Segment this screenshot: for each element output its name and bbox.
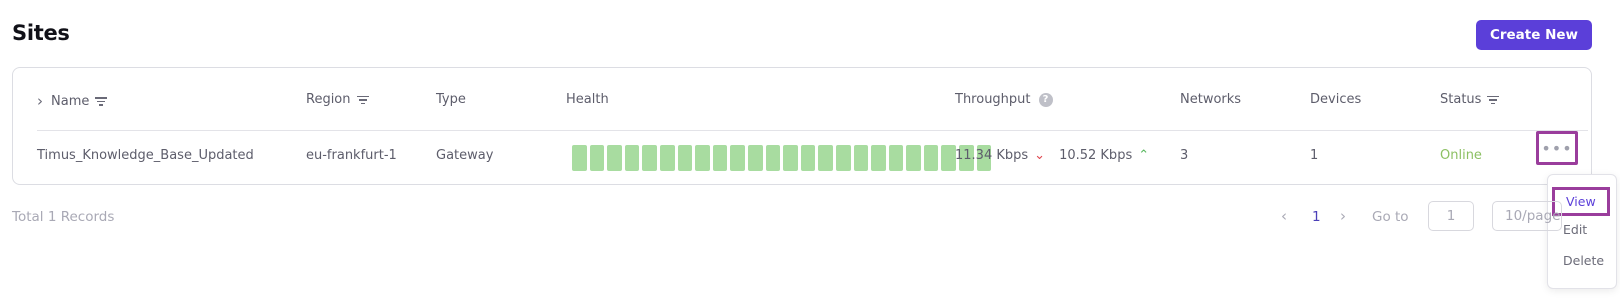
column-header-health: Health xyxy=(566,92,609,107)
column-header-devices: Devices xyxy=(1310,92,1361,107)
cell-site-name[interactable]: Timus_Knowledge_Base_Updated xyxy=(37,148,254,163)
filter-icon[interactable] xyxy=(1487,95,1500,105)
column-header-type: Type xyxy=(436,92,466,107)
arrow-up-icon: ⌃ xyxy=(1138,148,1150,163)
health-segment xyxy=(730,145,745,171)
column-header-region-label: Region xyxy=(306,92,351,107)
more-icon: ••• xyxy=(1541,138,1573,158)
health-bar xyxy=(572,145,992,171)
column-header-name[interactable]: › Name xyxy=(37,92,108,110)
column-header-health-label: Health xyxy=(566,92,609,107)
menu-item-delete[interactable]: Delete xyxy=(1563,253,1604,268)
column-header-throughput: Throughput ? xyxy=(955,92,1053,107)
column-header-type-label: Type xyxy=(436,92,466,107)
cell-devices: 1 xyxy=(1310,148,1319,163)
health-segment xyxy=(572,145,587,171)
throughput-down-value: 11.34 Kbps xyxy=(955,148,1029,163)
pagination-page[interactable]: 1 xyxy=(1312,209,1321,225)
health-segment xyxy=(659,145,675,171)
chevron-right-icon[interactable]: › xyxy=(37,92,43,110)
goto-label: Go to xyxy=(1372,209,1409,225)
health-segment xyxy=(783,145,798,171)
cell-networks: 3 xyxy=(1180,148,1189,163)
column-header-throughput-label: Throughput xyxy=(955,92,1031,107)
column-header-networks: Networks xyxy=(1180,92,1241,107)
create-new-button[interactable]: Create New xyxy=(1476,20,1592,50)
column-header-status-label: Status xyxy=(1440,92,1482,107)
health-segment xyxy=(941,145,957,171)
column-header-name-label: Name xyxy=(51,93,90,109)
column-header-region[interactable]: Region xyxy=(306,92,369,107)
filter-icon[interactable] xyxy=(95,96,108,106)
help-icon[interactable]: ? xyxy=(1038,92,1053,107)
row-actions-button[interactable]: ••• xyxy=(1536,131,1578,165)
health-segment xyxy=(712,145,728,171)
health-segment xyxy=(589,145,605,171)
total-records: Total 1 Records xyxy=(12,209,115,225)
cell-throughput: 11.34 Kbps ⌄ 10.52 Kbps ⌃ xyxy=(955,148,1149,163)
health-segment xyxy=(695,145,710,171)
cell-region: eu-frankfurt-1 xyxy=(306,148,397,163)
health-segment xyxy=(853,145,869,171)
chevron-left-icon[interactable]: ‹ xyxy=(1281,207,1287,225)
column-header-status[interactable]: Status xyxy=(1440,92,1500,107)
filter-icon[interactable] xyxy=(356,95,369,105)
health-segment xyxy=(888,145,904,171)
arrow-down-icon: ⌄ xyxy=(1034,148,1046,163)
page-title: Sites xyxy=(12,21,70,45)
health-segment xyxy=(906,145,921,171)
health-segment xyxy=(747,145,763,171)
health-segment xyxy=(871,145,886,171)
goto-input[interactable] xyxy=(1428,201,1474,231)
health-segment xyxy=(835,145,851,171)
page-size-select[interactable]: 10/page xyxy=(1492,201,1562,231)
health-segment xyxy=(607,145,622,171)
health-segment xyxy=(624,145,640,171)
column-header-devices-label: Devices xyxy=(1310,92,1362,107)
row-actions-menu: View Edit Delete xyxy=(1547,174,1617,289)
status-badge: Online xyxy=(1440,148,1482,163)
health-segment xyxy=(677,145,693,171)
health-segment xyxy=(642,145,657,171)
header-divider xyxy=(37,130,1588,131)
menu-item-edit[interactable]: Edit xyxy=(1563,222,1587,237)
cell-type: Gateway xyxy=(436,148,494,163)
health-segment xyxy=(818,145,833,171)
column-header-networks-label: Networks xyxy=(1180,92,1242,107)
throughput-up-value: 10.52 Kbps xyxy=(1059,148,1133,163)
health-segment xyxy=(765,145,781,171)
health-segment xyxy=(923,145,939,171)
health-segment xyxy=(800,145,816,171)
chevron-right-icon[interactable]: › xyxy=(1340,207,1346,225)
